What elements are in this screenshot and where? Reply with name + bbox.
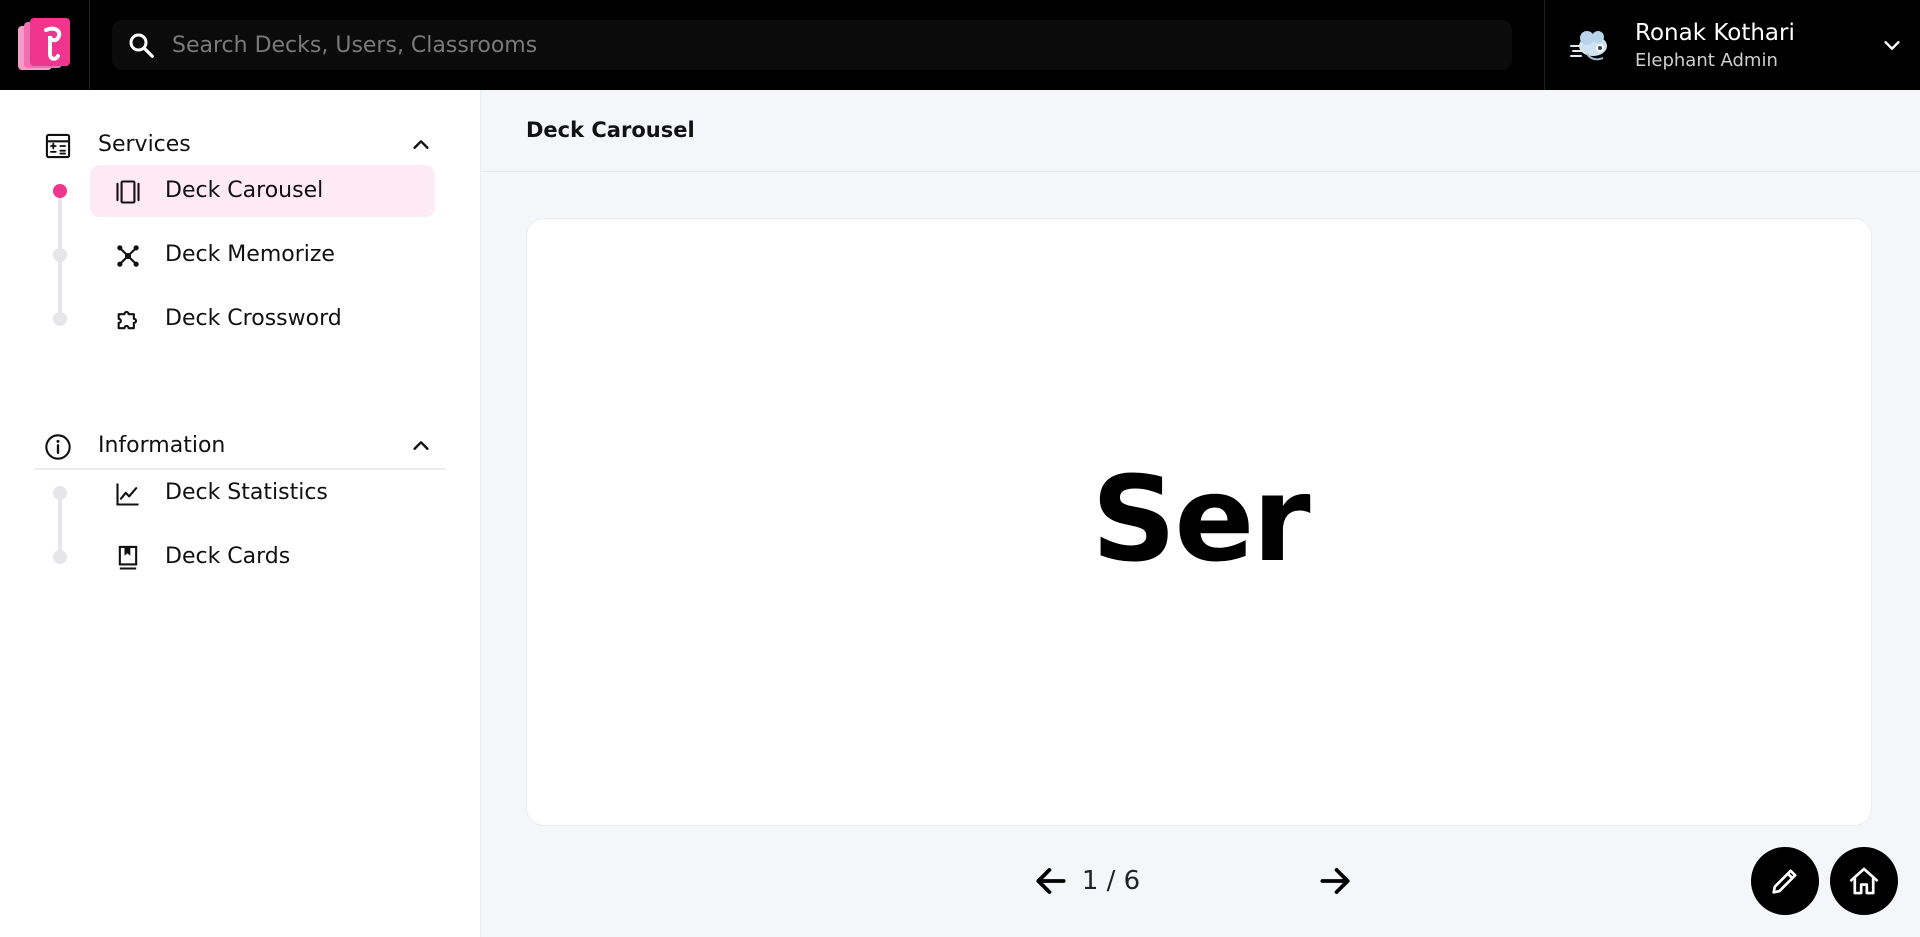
user-menu[interactable]: Ronak Kothari Elephant Admin [1544,0,1920,90]
flashcard[interactable]: Ser [526,218,1872,826]
nav-dot-active [53,184,67,198]
sidebar-item-label: Deck Memorize [165,242,335,267]
sidebar-item-label: Deck Carousel [165,178,324,203]
carousel-icon [116,180,140,204]
main-content: Deck Carousel Ser 1 / 6 [481,90,1920,937]
arrow-right-icon [1320,868,1350,894]
home-button[interactable] [1830,847,1898,915]
page-title: Deck Carousel [526,118,695,142]
page-indicator: 1 / 6 [1081,866,1141,896]
sidebar-item-label: Deck Statistics [165,480,328,505]
edit-button[interactable] [1751,847,1819,915]
sidebar-item-label: Deck Cards [165,544,291,569]
page-header: Deck Carousel [481,90,1920,172]
nav-dot [53,486,67,500]
sidebar-item-deck-memorize[interactable]: Deck Memorize [90,229,435,281]
logo-cell[interactable] [0,0,90,90]
chart-line-icon [116,483,139,506]
avatar [1570,31,1607,61]
pencil-icon [1772,869,1797,894]
sidebar-item-deck-cards[interactable]: Deck Cards [90,531,435,583]
chevron-up-icon[interactable] [410,134,432,156]
bookmark-book-icon [118,545,138,570]
sidebar-item-deck-statistics[interactable]: Deck Statistics [90,467,435,519]
user-name: Ronak Kothari [1635,20,1795,46]
section-title-information: Information [98,433,226,458]
sidebar-item-deck-carousel[interactable]: Deck Carousel [90,165,435,217]
section-header-information[interactable]: Information [44,425,444,465]
nav-rail [58,492,62,556]
sidebar-item-label: Deck Crossword [165,306,342,331]
search-input[interactable] [172,28,1472,62]
nav-dot [53,312,67,326]
carousel-pager: 1 / 6 [481,856,1920,906]
next-button[interactable] [1310,856,1360,906]
chevron-down-icon[interactable] [1881,34,1903,56]
nav-dot [53,550,67,564]
sidebar-item-deck-crossword[interactable]: Deck Crossword [90,293,435,345]
hub-icon [117,245,139,267]
chevron-up-icon[interactable] [410,435,432,457]
section-header-services[interactable]: Services [44,124,444,164]
top-bar: Ronak Kothari Elephant Admin [0,0,1920,90]
info-icon [45,434,71,460]
search-icon [129,33,154,58]
search-bar [112,20,1512,70]
flashcard-text: Ser [1091,450,1310,588]
sidebar: Services Deck Carousel Deck Memorize Dec… [0,90,481,937]
section-title-services: Services [98,132,191,157]
calculator-icon [45,133,71,159]
user-role: Elephant Admin [1635,50,1778,71]
home-icon [1849,867,1879,895]
app-logo-icon[interactable] [18,18,72,72]
puzzle-icon [117,310,138,330]
nav-dot [53,248,67,262]
